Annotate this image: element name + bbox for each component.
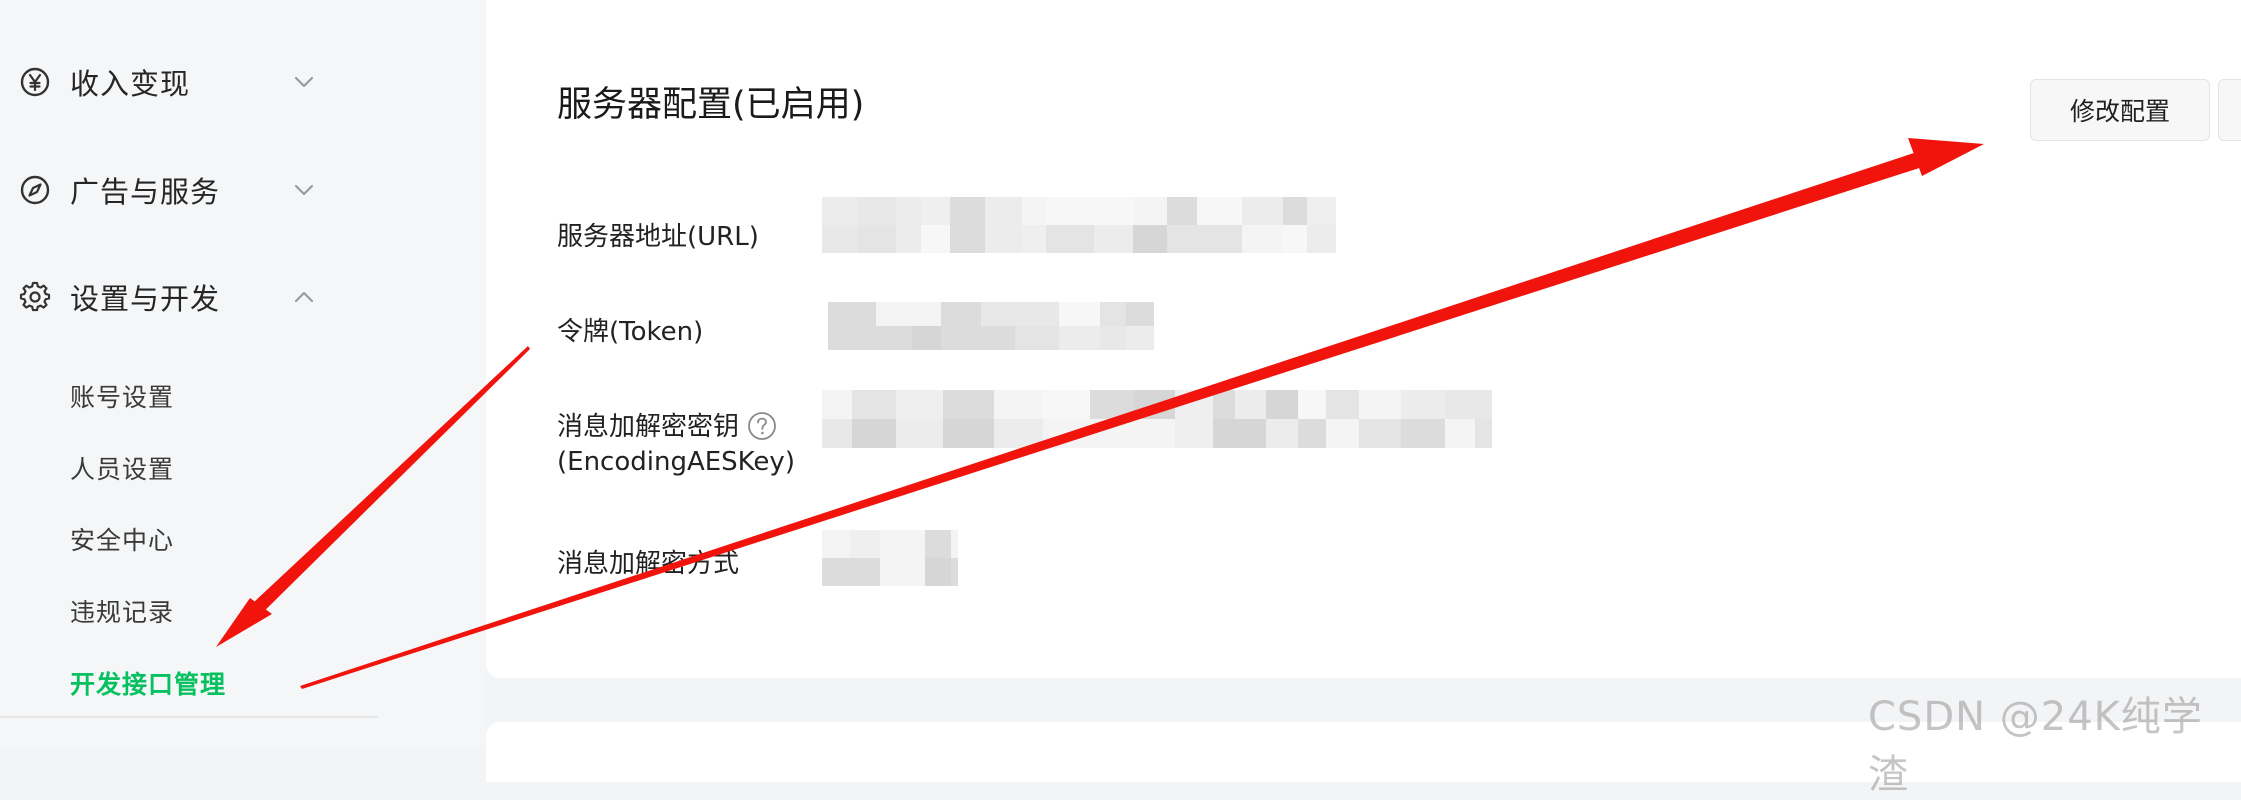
sidebar-divider bbox=[0, 716, 378, 718]
sidebar-item-account-settings[interactable]: 账号设置 bbox=[70, 378, 174, 414]
nav-group-label: 设置与开发 bbox=[70, 282, 221, 316]
sidebar-item-staff-settings[interactable]: 人员设置 bbox=[70, 450, 174, 486]
field-label-aes-key-text: 消息加解密密钥 bbox=[557, 412, 740, 442]
watermark: CSDN @24K纯学渣 bbox=[1868, 694, 2203, 798]
modify-config-button[interactable]: 修改配置 bbox=[2030, 79, 2210, 141]
server-url-value-redacted bbox=[822, 197, 1336, 253]
field-label-aes-key-line2: (EncodingAESKey) bbox=[557, 447, 795, 477]
page-title: 服务器配置(已启用) bbox=[557, 85, 865, 125]
nav-group-settings-dev[interactable]: 设置与开发 bbox=[0, 257, 486, 337]
chevron-down-icon bbox=[294, 76, 314, 88]
nav-group-label: 广告与服务 bbox=[70, 175, 221, 209]
field-label-server-url: 服务器地址(URL) bbox=[557, 222, 759, 252]
compass-icon bbox=[20, 175, 50, 205]
aes-key-value-redacted bbox=[822, 390, 1492, 448]
field-label-token: 令牌(Token) bbox=[557, 317, 704, 347]
field-label-encryption-mode: 消息加解密方式 bbox=[557, 549, 740, 579]
nav-group-label: 收入变现 bbox=[70, 67, 191, 101]
question-circle-icon[interactable] bbox=[747, 411, 777, 441]
sidebar: 收入变现 广告与服务 设置与开发 账号设置 人员设置 安全中心 违规记录 开发接… bbox=[0, 0, 486, 746]
chevron-down-icon bbox=[294, 184, 314, 196]
gear-icon bbox=[19, 281, 51, 312]
nav-group-revenue[interactable]: 收入变现 bbox=[0, 42, 486, 122]
field-label-aes-key: 消息加解密密钥 bbox=[557, 406, 777, 443]
sidebar-item-security-center[interactable]: 安全中心 bbox=[70, 521, 174, 557]
more-button[interactable] bbox=[2218, 79, 2241, 141]
encryption-mode-value-redacted bbox=[822, 530, 958, 586]
token-value-redacted bbox=[828, 302, 1154, 350]
nav-group-ads-services[interactable]: 广告与服务 bbox=[0, 150, 486, 230]
chevron-up-icon bbox=[294, 291, 314, 303]
sidebar-item-dev-api-management[interactable]: 开发接口管理 bbox=[70, 665, 226, 701]
yen-circle-icon bbox=[20, 67, 50, 97]
sidebar-item-violation-records[interactable]: 违规记录 bbox=[70, 593, 174, 629]
